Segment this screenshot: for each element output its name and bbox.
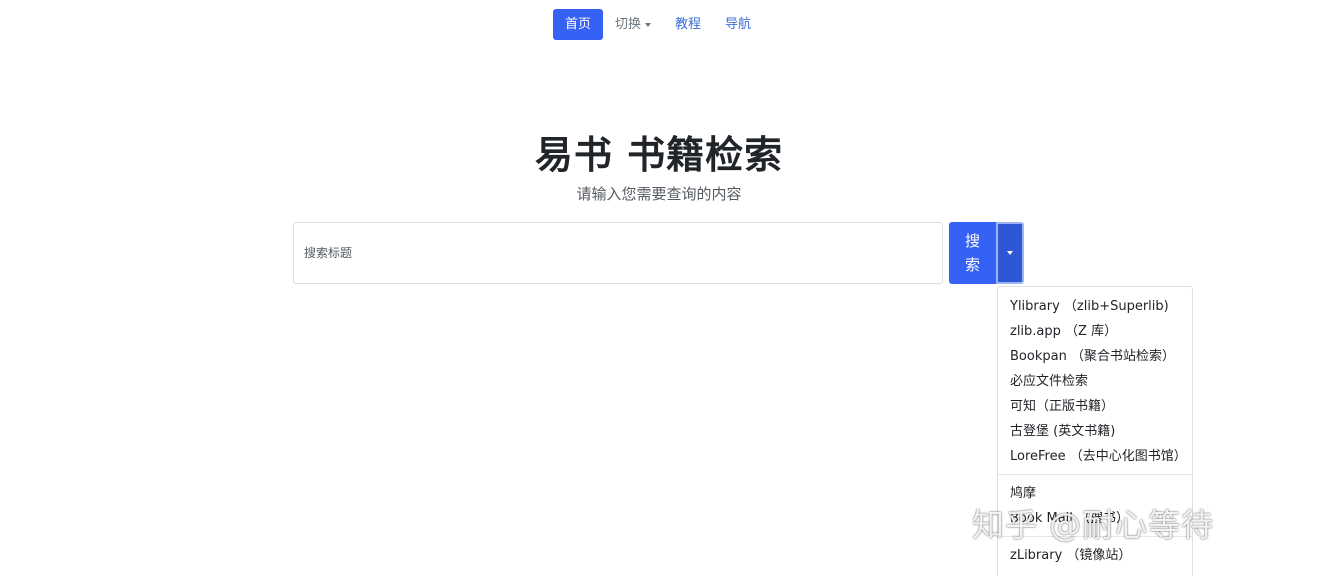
search-input[interactable] bbox=[293, 222, 943, 284]
nav-tutorial[interactable]: 教程 bbox=[663, 9, 713, 40]
menu-item-zlibrary-mirror[interactable]: zLibrary （镜像站） bbox=[998, 543, 1192, 568]
menu-item-gutenberg[interactable]: 古登堡 (英文书籍) bbox=[998, 419, 1192, 444]
search-button[interactable]: 搜 索 bbox=[949, 222, 996, 284]
nav-switch-label: 切换 bbox=[615, 17, 642, 32]
caret-down-icon bbox=[1007, 251, 1013, 255]
search-button-label-top: 搜 bbox=[964, 232, 980, 250]
menu-divider bbox=[998, 536, 1192, 537]
nav-guide[interactable]: 导航 bbox=[713, 9, 763, 40]
menu-item-ylibrary[interactable]: Ylibrary （zlib+Superlib) bbox=[998, 294, 1192, 319]
menu-item-bookpan[interactable]: Bookpan （聚合书站检索） bbox=[998, 344, 1192, 369]
menu-item-bing-file-search[interactable]: 必应文件检索 bbox=[998, 369, 1192, 394]
page: 首页 切换 教程 导航 易书 书籍检索 请输入您需要查询的内容 搜 索 Ylib… bbox=[0, 0, 1318, 576]
menu-item-book-mall[interactable]: Book Mall （搜书） bbox=[998, 506, 1192, 531]
page-title: 易书 书籍检索 bbox=[534, 133, 784, 177]
search-source-menu: Ylibrary （zlib+Superlib) zlib.app （Z 库） … bbox=[997, 286, 1193, 576]
menu-item-kezhi[interactable]: 可知（正版书籍） bbox=[998, 394, 1192, 419]
menu-divider bbox=[998, 474, 1192, 475]
nav-switch-dropdown[interactable]: 切换 bbox=[603, 9, 663, 40]
menu-item-jiumo[interactable]: 鸠摩 bbox=[998, 481, 1192, 506]
menu-item-zlib-app[interactable]: zlib.app （Z 库） bbox=[998, 319, 1192, 344]
page-subtitle: 请输入您需要查询的内容 bbox=[576, 185, 742, 203]
top-nav: 首页 切换 教程 导航 bbox=[553, 9, 763, 40]
menu-item-lorefree[interactable]: LoreFree （去中心化图书馆） bbox=[998, 444, 1192, 469]
search-button-label-bottom: 索 bbox=[964, 256, 980, 274]
caret-down-icon bbox=[645, 22, 652, 27]
nav-home[interactable]: 首页 bbox=[553, 9, 603, 40]
search-source-toggle[interactable] bbox=[996, 222, 1024, 284]
